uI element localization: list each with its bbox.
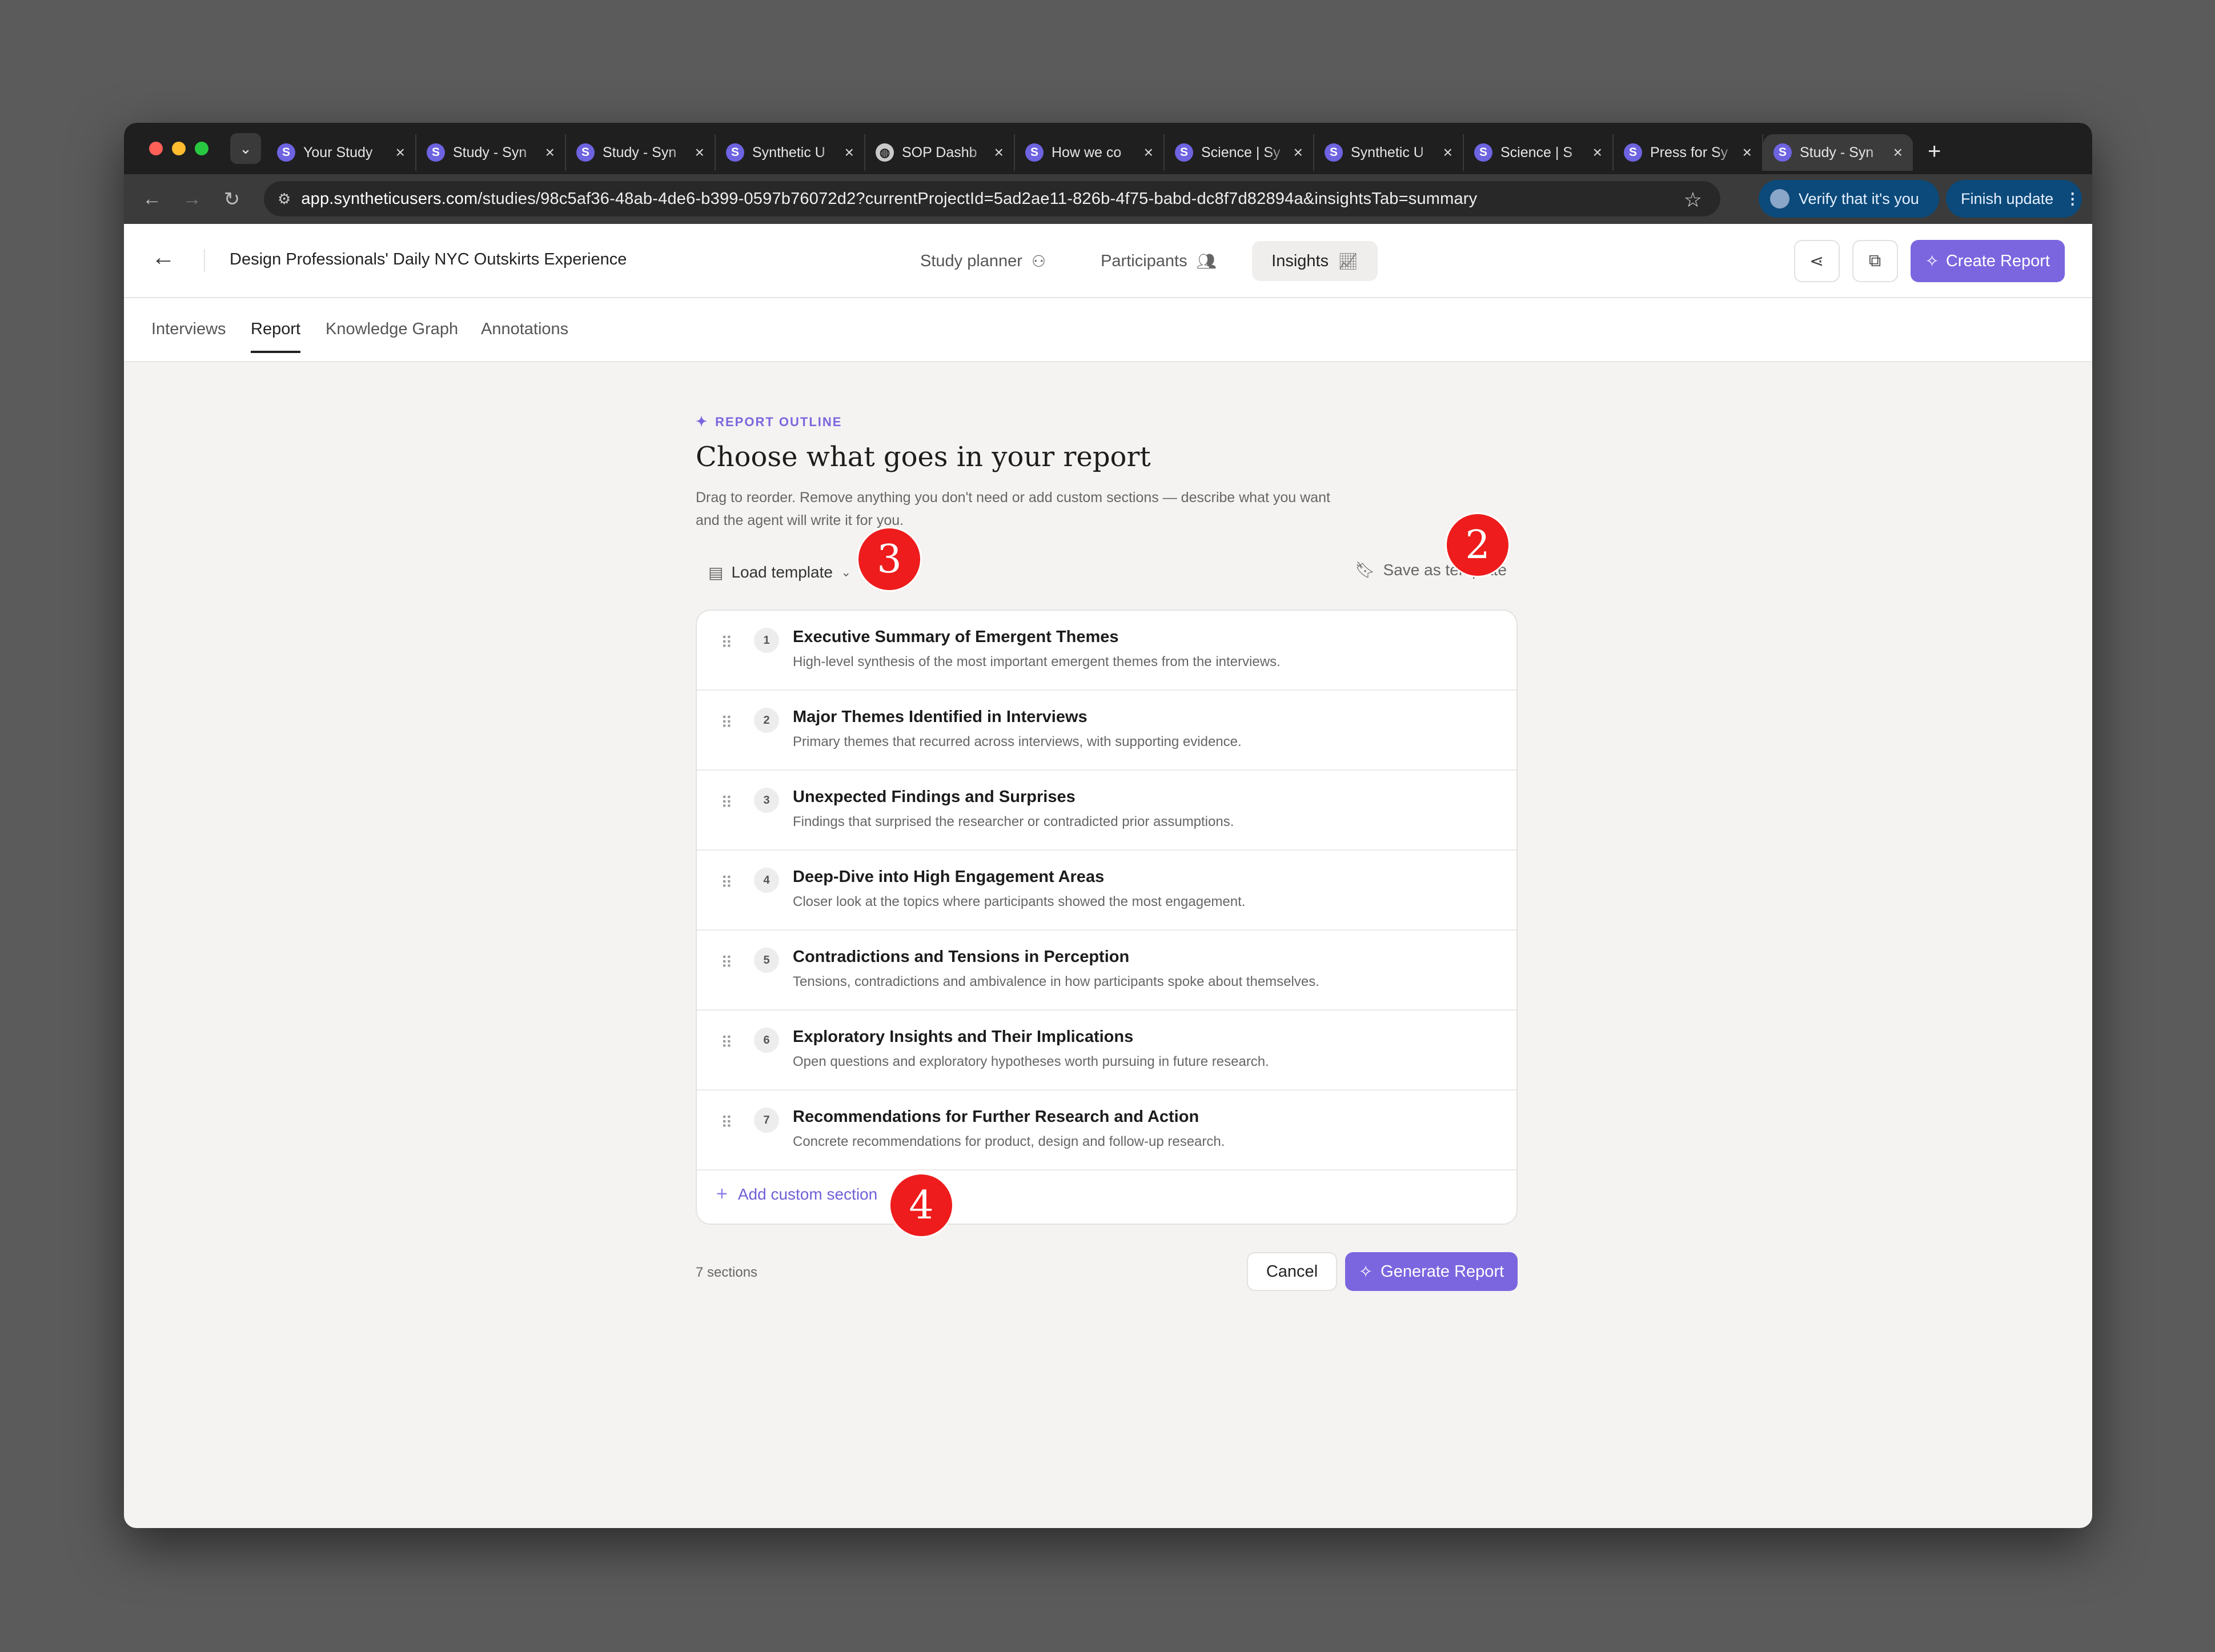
- sparkles-icon: ✧: [1358, 1262, 1373, 1281]
- main-content: ✦ REPORT OUTLINE Choose what goes in you…: [124, 123, 2092, 1291]
- eyebrow-label: REPORT OUTLINE: [715, 414, 842, 429]
- bookmark-icon: 🔖︎: [1355, 561, 1375, 579]
- section-row[interactable]: ⠿ 5 Contradictions and Tensions in Percept…: [697, 931, 1516, 1011]
- generate-report-button[interactable]: ✧ Generate Report: [1345, 1252, 1518, 1291]
- chevron-down-icon: ⌄: [840, 565, 852, 579]
- section-description: Closer look at the topics where particip…: [793, 894, 1246, 909]
- section-count: 7 sections: [696, 1265, 758, 1280]
- sparkles-icon: ✦: [696, 414, 709, 430]
- load-template-label: Load template: [731, 563, 833, 581]
- cancel-button[interactable]: Cancel: [1247, 1252, 1337, 1291]
- plus-icon: +: [716, 1183, 728, 1205]
- annotation-marker-4: 4: [889, 1173, 954, 1238]
- section-description: Tensions, contradictions and ambivalence…: [793, 974, 1319, 989]
- drag-handle-icon[interactable]: ⠿: [721, 1113, 732, 1132]
- section-title: Recommendations for Further Research and…: [793, 1108, 1199, 1126]
- load-template-button[interactable]: ▤ Load template ⌄: [696, 555, 864, 590]
- section-title: Deep-Dive into High Engagement Areas: [793, 868, 1105, 886]
- section-title: Major Themes Identified in Interviews: [793, 708, 1088, 726]
- drag-handle-icon[interactable]: ⠿: [721, 873, 732, 892]
- page-description: Drag to reorder. Remove anything you don…: [696, 490, 1330, 528]
- section-title: Exploratory Insights and Their Implicati…: [793, 1028, 1134, 1046]
- section-number: 4: [754, 868, 779, 893]
- add-custom-label: Add custom section: [737, 1185, 878, 1203]
- annotation-marker-3: 3: [857, 527, 922, 592]
- annotation-marker-2: 2: [1445, 512, 1510, 578]
- drag-handle-icon[interactable]: ⠿: [721, 953, 732, 972]
- section-row[interactable]: ⠿ 7 Recommendations for Further Research a…: [697, 1090, 1516, 1170]
- section-description: Primary themes that recurred across inte…: [793, 734, 1242, 749]
- section-number: 5: [754, 948, 779, 973]
- sections-list: ⠿ 1 Executive Summary of Emergent Themes Hi…: [696, 610, 1518, 1225]
- section-row[interactable]: ⠿ 1 Executive Summary of Emergent Themes Hi…: [697, 611, 1516, 691]
- generate-report-label: Generate Report: [1381, 1262, 1504, 1281]
- section-description: High-level synthesis of the most importa…: [793, 654, 1281, 669]
- drag-handle-icon[interactable]: ⠿: [721, 1033, 732, 1052]
- drag-handle-icon[interactable]: ⠿: [721, 633, 732, 652]
- page-title: Choose what goes in your report: [696, 441, 1151, 473]
- section-description: Open questions and exploratory hypothese…: [793, 1054, 1269, 1069]
- section-description: Concrete recommendations for product, de…: [793, 1134, 1225, 1149]
- section-row[interactable]: ⠿ 2 Major Themes Identified in Interviews P…: [697, 691, 1516, 771]
- section-title: Contradictions and Tensions in Perceptio…: [793, 948, 1130, 966]
- section-row[interactable]: ⠿ 4 Deep-Dive into High Engagement Areas Cl…: [697, 851, 1516, 931]
- eyebrow: ✦ REPORT OUTLINE: [696, 414, 842, 430]
- browser-window: ⌄ S Your Study × S Study - Syn × S Study - Syn ×…: [124, 123, 2092, 1528]
- add-custom-section-button[interactable]: + Add custom section: [716, 1183, 877, 1205]
- section-description: Findings that surprised the researcher o…: [793, 814, 1234, 829]
- section-row[interactable]: ⠿ 3 Unexpected Findings and Surprises Findi…: [697, 771, 1516, 851]
- drag-handle-icon[interactable]: ⠿: [721, 793, 732, 812]
- section-title: Unexpected Findings and Surprises: [793, 788, 1076, 806]
- section-number: 1: [754, 628, 779, 653]
- section-number: 2: [754, 708, 779, 733]
- template-icon: ▤: [708, 563, 724, 582]
- drag-handle-icon[interactable]: ⠿: [721, 713, 732, 732]
- section-title: Executive Summary of Emergent Themes: [793, 628, 1119, 646]
- section-number: 7: [754, 1108, 779, 1133]
- section-number: 3: [754, 788, 779, 813]
- section-number: 6: [754, 1028, 779, 1053]
- section-row[interactable]: ⠿ 6 Exploratory Insights and Their Implica…: [697, 1011, 1516, 1090]
